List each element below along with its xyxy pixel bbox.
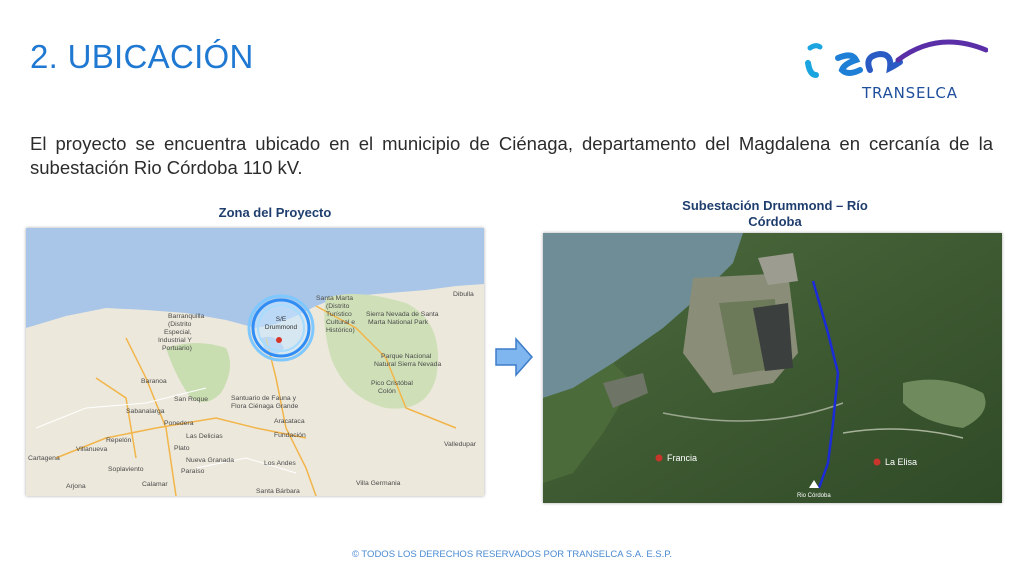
footer-copyright: © TODOS LOS DERECHOS RESERVADOS POR TRAN… (351, 549, 673, 560)
label-fundacion: Fundación (274, 432, 306, 439)
label-barranquilla: Barranquilla (168, 313, 204, 320)
label-parque-nacional: Parque Nacional (381, 353, 432, 360)
label-industrial: Industrial Y (158, 337, 192, 344)
label-nueva-granada: Nueva Granada (186, 457, 234, 464)
label-villanueva: Villanueva (76, 446, 107, 453)
satellite-image: Francia La Elisa Rio Córdoba (543, 233, 1002, 503)
label-ponedera: Ponedera (164, 420, 194, 427)
label-turistico: Turístico (326, 311, 352, 318)
label-repelon: Repelón (106, 437, 132, 444)
label-soplaviento: Soplaviento (108, 466, 144, 473)
label-paraiso: Paraíso (181, 468, 205, 475)
label-cultural: Cultural e (326, 319, 355, 326)
left-map-caption: Zona del Proyecto (218, 205, 332, 220)
label-rio-cordoba: Rio Córdoba (797, 493, 831, 499)
label-portuario: Portuario) (162, 345, 192, 352)
description-text: El proyecto se encuentra ubicado en el m… (30, 133, 993, 178)
label-la-elisa: La Elisa (885, 457, 917, 467)
project-zone-map: S/E Drummond Santa Marta (Distrito Turís… (26, 228, 484, 496)
label-especial: Especial, (164, 329, 192, 336)
right-arrow-icon (495, 337, 534, 377)
label-dibulla: Dibulla (453, 291, 474, 298)
marker-label-se: S/E (276, 316, 287, 323)
la-elisa-pin-icon (873, 458, 881, 466)
label-distrito-2: (Distrito (168, 321, 192, 328)
logo-subtitle: TRANSELCA (862, 84, 958, 102)
slide-title: 2. UBICACIÓN (30, 38, 254, 75)
label-cartagena: Cartagena (28, 455, 60, 462)
label-santa-marta: Santa Marta (316, 295, 353, 302)
label-santa-barbara: Santa Bárbara (256, 488, 300, 495)
label-baranoa: Baranoa (141, 378, 167, 385)
marker-label-drummond: Drummond (265, 324, 298, 331)
label-valledupar: Valledupar (444, 441, 477, 448)
label-sabanalarga: Sabanalarga (126, 408, 165, 415)
label-historico: Histórico) (326, 327, 355, 334)
label-los-andes: Los Andes (264, 460, 296, 467)
label-aracataca: Aracataca (274, 418, 305, 425)
label-natural-sierra: Natural Sierra Nevada (374, 361, 441, 368)
label-pico: Pico Cristóbal (371, 380, 413, 387)
francia-pin-icon (655, 454, 663, 462)
label-cienaga-grande: Flora Ciénaga Grande (231, 403, 298, 410)
label-santuario: Santuario de Fauna y (231, 395, 297, 402)
label-arjona: Arjona (66, 483, 86, 490)
label-san-roque: San Roque (174, 396, 208, 403)
label-plato: Plato (174, 445, 190, 452)
right-map-caption: Subestación Drummond – Río Córdoba (682, 198, 868, 229)
label-marta-np: Marta National Park (368, 319, 429, 326)
label-francia: Francia (667, 453, 697, 463)
label-colon: Colón (378, 388, 396, 395)
label-sierra-nevada: Sierra Nevada de Santa (366, 311, 439, 318)
drummond-pin-icon (276, 337, 282, 343)
label-villa-germania: Villa Germania (356, 480, 401, 487)
label-calamar: Calamar (142, 481, 168, 488)
label-las-delicias: Las Delicias (186, 433, 223, 440)
label-distrito: (Distrito (326, 303, 350, 310)
